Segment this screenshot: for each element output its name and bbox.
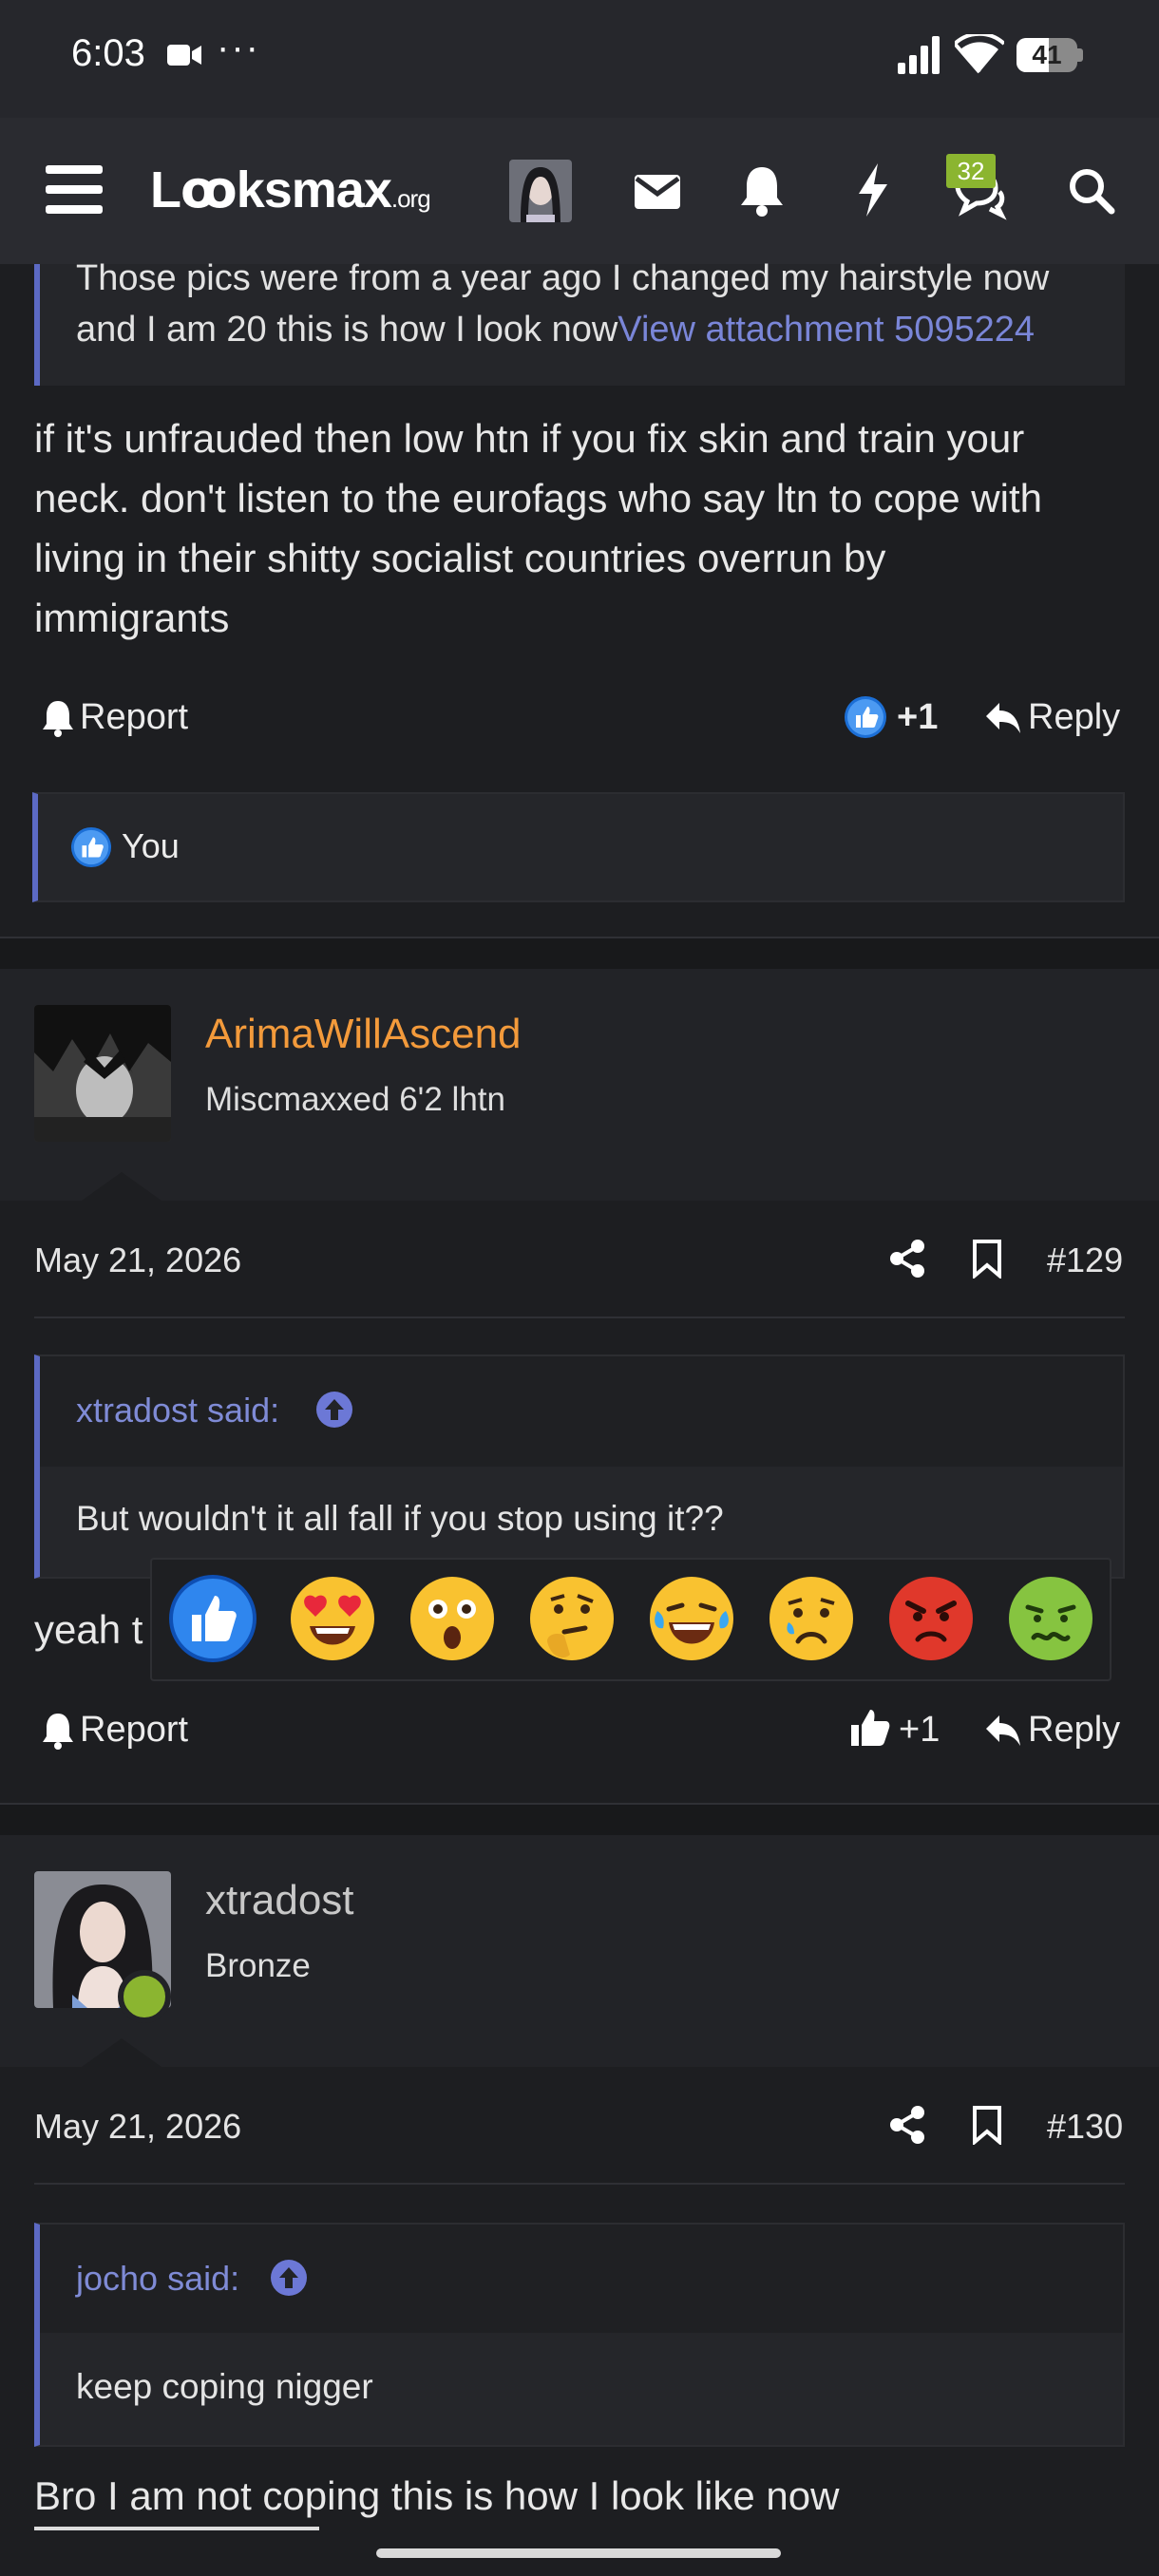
post-date[interactable]: May 21, 2026: [34, 2107, 241, 2147]
share-icon[interactable]: [889, 1239, 927, 1279]
post-body: Bro I am not coping this is how I look l…: [34, 2473, 840, 2518]
arrow-up-circle-icon[interactable]: [315, 1391, 353, 1429]
user-title: Bronze: [205, 1947, 311, 1984]
header-pointer: [82, 2038, 162, 2067]
home-indicator[interactable]: [376, 2548, 781, 2558]
quote-attribution[interactable]: xtradost said:: [76, 1391, 279, 1430]
post-header: [0, 1835, 1159, 2067]
report-button[interactable]: Report: [42, 1710, 188, 1751]
divider: [34, 2183, 1125, 2185]
quote-attribution[interactable]: jocho said:: [76, 2259, 239, 2299]
header-pointer: [82, 1172, 162, 1201]
bell-icon[interactable]: [733, 160, 790, 220]
post-number[interactable]: #130: [1047, 2107, 1123, 2147]
search-icon[interactable]: [1062, 160, 1119, 220]
divider: [34, 1316, 1125, 1318]
thumbs-up-icon[interactable]: [849, 1706, 891, 1748]
body-line: if it's unfrauded then low htn if you fi…: [34, 416, 1025, 461]
wifi-icon: [955, 34, 1004, 74]
like-reaction-icon[interactable]: [844, 695, 887, 739]
post-header: [0, 969, 1159, 1201]
logo-text: Lꝏksmax: [150, 161, 392, 218]
bookmark-icon[interactable]: [971, 1239, 1003, 1279]
signal-bars-icon: [898, 36, 940, 74]
reply-arrow-icon: [986, 702, 1020, 733]
reaction-count[interactable]: +1: [899, 1710, 940, 1751]
post-author-name[interactable]: xtradost: [205, 1877, 354, 1924]
menu-icon[interactable]: [46, 163, 103, 217]
haha-emoji-icon[interactable]: [646, 1573, 737, 1664]
post-number[interactable]: #129: [1047, 1241, 1123, 1280]
site-logo[interactable]: Lꝏksmax.org: [150, 160, 431, 219]
report-button[interactable]: Report: [42, 697, 188, 738]
like-reaction-icon: [70, 826, 112, 868]
sick-emoji-icon[interactable]: [1005, 1573, 1096, 1664]
attachment-link[interactable]: View attachment 5095224: [618, 310, 1035, 350]
love-emoji-icon[interactable]: [287, 1573, 378, 1664]
reactions-by: You: [122, 826, 180, 865]
post-body: yeah t: [34, 1607, 143, 1652]
reply-label: Reply: [1028, 697, 1121, 737]
reply-button[interactable]: Reply: [984, 1710, 1120, 1751]
share-icon[interactable]: [889, 2105, 927, 2145]
status-time: 6:03: [71, 32, 145, 74]
video-camera-icon: [167, 45, 201, 66]
body-line: immigrants: [34, 596, 230, 640]
avatar[interactable]: [34, 1005, 171, 1142]
report-label: Report: [80, 697, 189, 737]
user-title: Miscmaxxed 6'2 lhtn: [205, 1081, 505, 1118]
post-separator: [0, 938, 1159, 969]
chat-count-badge: 32: [946, 154, 996, 188]
post-date[interactable]: May 21, 2026: [34, 1241, 241, 1280]
envelope-icon[interactable]: [629, 160, 686, 220]
bookmark-icon[interactable]: [971, 2105, 1003, 2145]
sad-emoji-icon[interactable]: [766, 1573, 857, 1664]
reaction-count[interactable]: +1: [897, 697, 938, 738]
post-author-name[interactable]: ArimaWillAscend: [205, 1011, 522, 1058]
report-label: Report: [80, 1710, 189, 1750]
status-more-dots: ···: [217, 27, 260, 68]
body-line: neck. don't listen to the eurofags who s…: [34, 476, 1042, 521]
quote-line-1: Those pics were from a year ago I change…: [76, 258, 1050, 298]
body-line: living in their shitty socialist countri…: [34, 536, 886, 580]
thinking-emoji-icon[interactable]: [526, 1573, 618, 1664]
wow-emoji-icon[interactable]: [407, 1573, 498, 1664]
battery-level: 41: [1032, 40, 1062, 69]
post-separator: [0, 1805, 1159, 1835]
reply-arrow-icon: [986, 1714, 1020, 1746]
avatar-image: [509, 160, 572, 222]
user-avatar[interactable]: [509, 160, 572, 222]
quote-text: Those pics were from a year ago I change…: [76, 253, 1049, 355]
reply-button[interactable]: Reply: [984, 697, 1120, 738]
logo-suffix: .org: [390, 184, 431, 213]
bell-icon: [43, 1713, 73, 1750]
bell-icon: [43, 700, 73, 737]
reaction-list[interactable]: [32, 792, 1125, 902]
like-emoji-icon[interactable]: [167, 1573, 258, 1664]
bolt-icon[interactable]: [846, 160, 902, 220]
battery-indicator: 41: [1016, 38, 1083, 72]
angry-emoji-icon[interactable]: [885, 1573, 977, 1664]
quote-text: But wouldn't it all fall if you stop usi…: [76, 1499, 724, 1538]
reply-label: Reply: [1028, 1710, 1121, 1750]
arrow-up-circle-icon[interactable]: [270, 2259, 308, 2297]
quote-line-2: and I am 20 this is how I look now: [76, 310, 618, 350]
avatar-image: [34, 1005, 171, 1142]
post-body: if it's unfrauded then low htn if you fi…: [34, 408, 1136, 648]
online-status-indicator: [118, 1970, 171, 2023]
quote-text: keep coping nigger: [76, 2367, 373, 2406]
